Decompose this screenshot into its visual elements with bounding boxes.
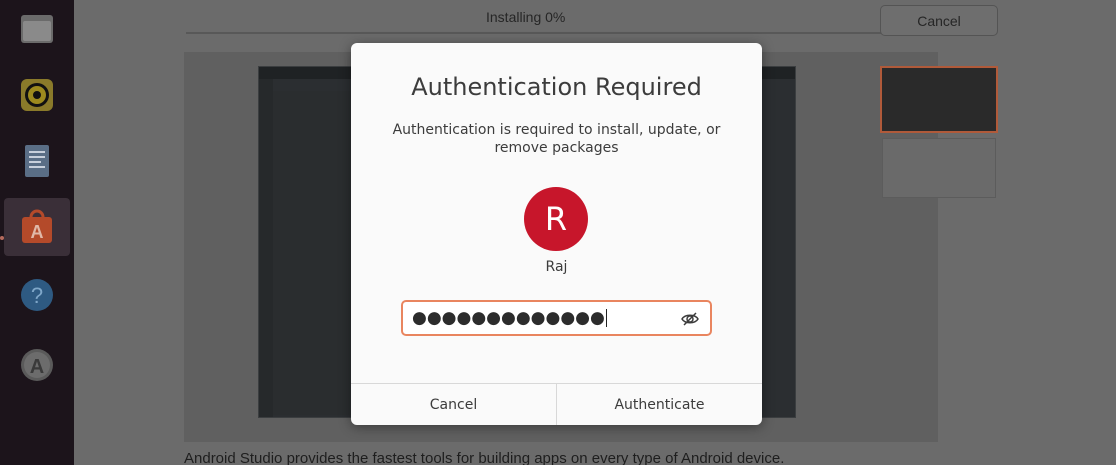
auth-dialog: Authentication Required Authentication i… xyxy=(351,43,762,425)
svg-text:?: ? xyxy=(31,283,43,308)
password-field[interactable]: ●●●●●●●●●●●●● xyxy=(401,300,712,336)
active-indicator xyxy=(0,236,4,240)
dialog-title: Authentication Required xyxy=(411,73,702,101)
user-name: Raj xyxy=(545,259,568,275)
progress-bar xyxy=(186,32,938,34)
software-updater-icon[interactable]: A xyxy=(8,336,66,394)
password-mask: ●●●●●●●●●●●●● xyxy=(412,308,605,328)
cancel-button[interactable]: Cancel xyxy=(351,384,556,425)
svg-text:A: A xyxy=(30,356,44,378)
text-editor-icon[interactable] xyxy=(8,132,66,190)
help-icon[interactable]: ? xyxy=(8,266,66,324)
reveal-password-icon[interactable] xyxy=(680,309,700,329)
install-status: Installing 0% xyxy=(486,9,566,25)
dialog-actions: Cancel Authenticate xyxy=(351,383,762,425)
avatar: R xyxy=(524,187,588,251)
text-caret xyxy=(605,309,607,327)
rhythmbox-icon[interactable] xyxy=(8,66,66,124)
dialog-message: Authentication is required to install, u… xyxy=(392,122,721,156)
install-cancel-button[interactable]: Cancel xyxy=(880,5,998,36)
svg-text:A: A xyxy=(31,222,44,242)
screenshot-thumbnail-2[interactable] xyxy=(882,138,996,198)
software-icon[interactable]: A xyxy=(4,198,70,256)
dock: A ? A xyxy=(0,0,74,465)
authenticate-button[interactable]: Authenticate xyxy=(556,384,762,425)
files-icon[interactable] xyxy=(8,0,66,58)
screenshot-thumbnail-1[interactable] xyxy=(880,66,998,133)
screenshot-sidebar xyxy=(259,79,273,417)
screenshot-project-pane xyxy=(273,91,353,415)
app-description: Android Studio provides the fastest tool… xyxy=(184,450,785,465)
